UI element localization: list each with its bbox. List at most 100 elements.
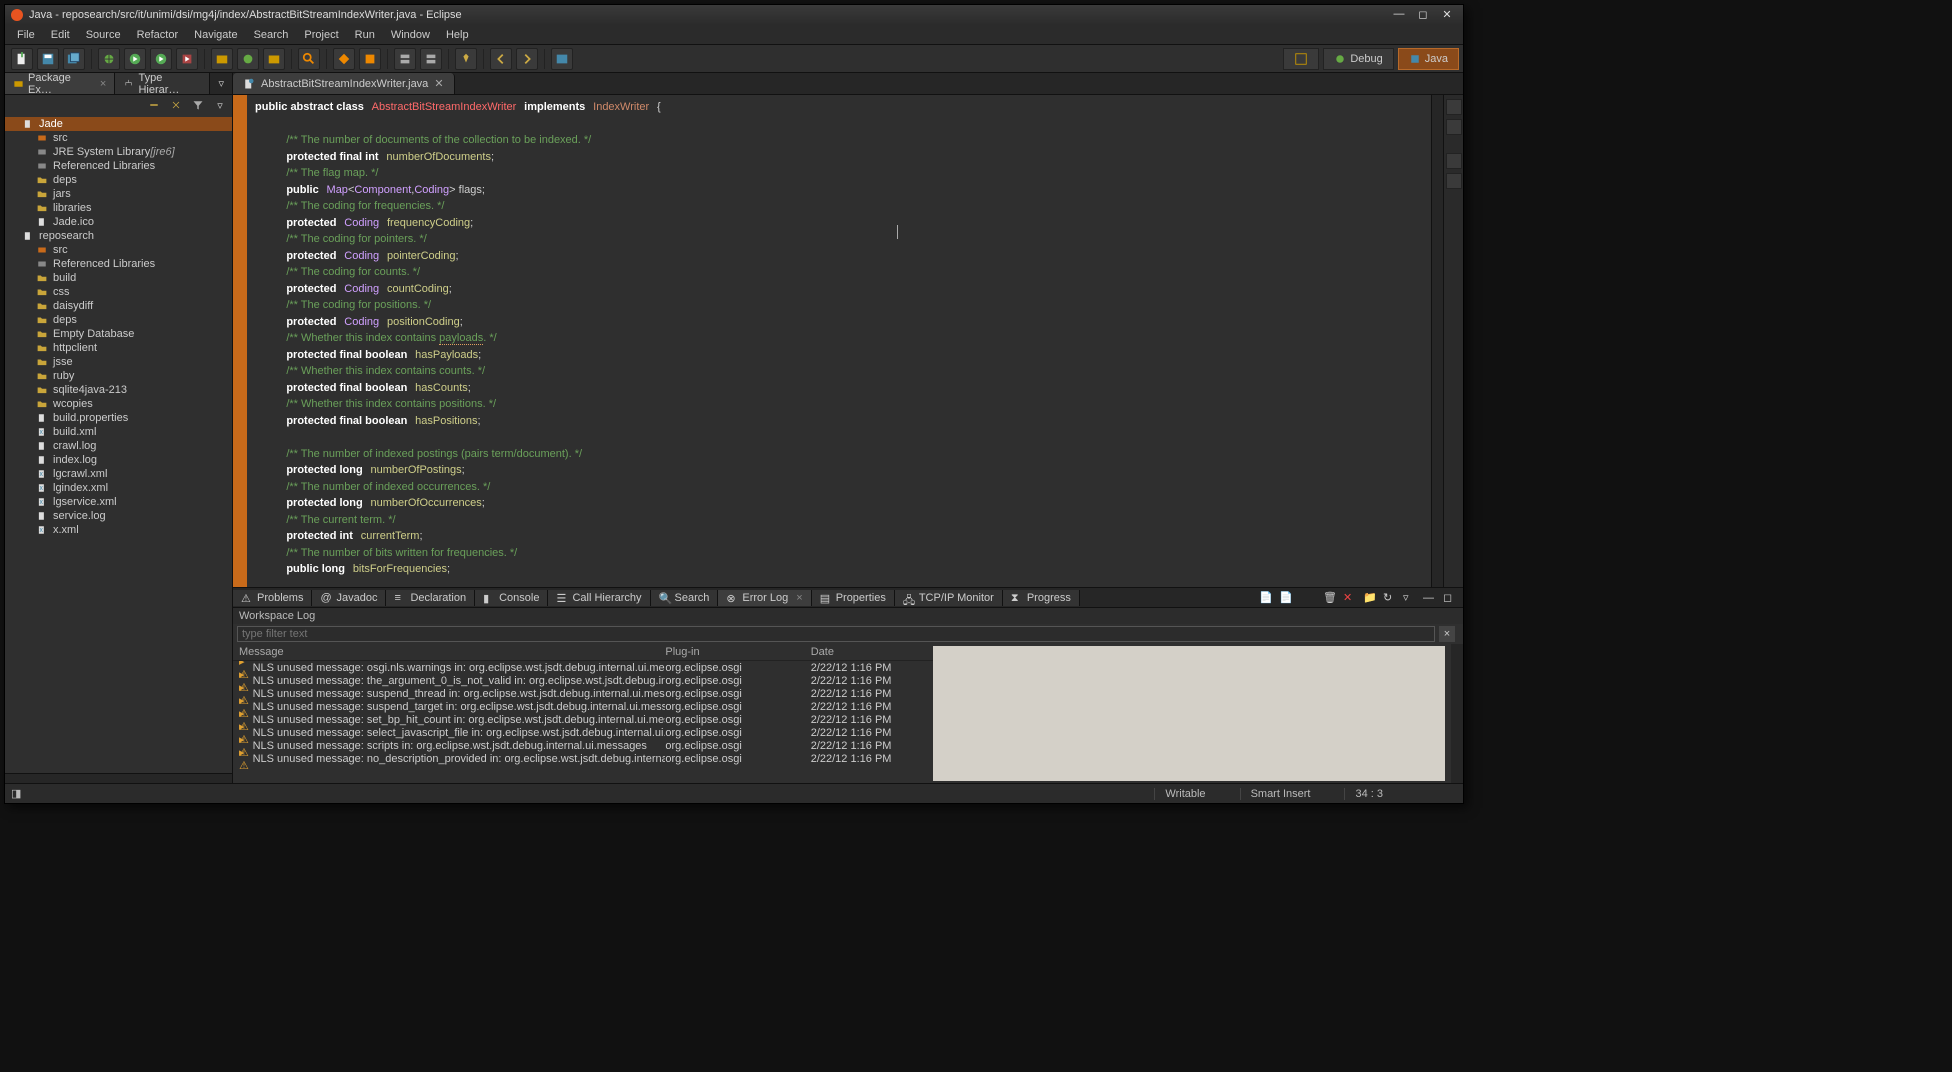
perspective-debug[interactable]: Debug [1323,48,1393,70]
tree-node[interactable]: index.log [5,453,232,467]
editor-tab[interactable]: AbstractBitStreamIndexWriter.java ✕ [233,73,455,94]
annotation-button[interactable] [359,48,381,70]
tree-node[interactable]: src [5,243,232,257]
tree-node[interactable]: deps [5,173,232,187]
tree-node[interactable]: reposearch [5,229,232,243]
tree-node[interactable]: build.properties [5,411,232,425]
tree-node[interactable]: xlgcrawl.xml [5,467,232,481]
menu-navigate[interactable]: Navigate [186,27,245,43]
tree-node[interactable]: Jade.ico [5,215,232,229]
log-row[interactable]: ▸ ⚠NLS unused message: select_javascript… [233,726,933,739]
toggle-mark-button[interactable] [333,48,355,70]
save-button[interactable] [37,48,59,70]
log-row[interactable]: ▸ ⚠NLS unused message: osgi.nls.warnings… [233,661,933,674]
menu-refactor[interactable]: Refactor [129,27,187,43]
delete-log-button[interactable]: ✕ [1343,590,1359,606]
menu-source[interactable]: Source [78,27,129,43]
run-last-button[interactable] [150,48,172,70]
tree-node[interactable]: build [5,271,232,285]
log-row[interactable]: ▸ ⚠NLS unused message: no_description_pr… [233,752,933,765]
code-editor[interactable]: public abstract class AbstractBitStreamI… [247,95,1431,587]
link-editor-button[interactable] [168,97,184,113]
collapse-all-button[interactable] [146,97,162,113]
minimize-button[interactable]: — [1389,8,1409,22]
tab-properties[interactable]: ▤Properties [812,590,895,606]
tree-node[interactable]: daisydiff [5,299,232,313]
tab-search[interactable]: 🔍Search [651,590,719,606]
open-log-button[interactable]: 📁 [1363,590,1379,606]
tab-package-explorer[interactable]: Package Ex… × [5,73,115,94]
menu-project[interactable]: Project [296,27,346,43]
restore-log-button[interactable]: ↻ [1383,590,1399,606]
project-tree[interactable]: JadesrcJRE System Library [jre6]Referenc… [5,115,232,773]
close-icon[interactable]: ✕ [434,77,443,90]
log-header-message[interactable]: Message [239,646,665,658]
log-row[interactable]: ▸ ⚠NLS unused message: scripts in: org.e… [233,739,933,752]
minimize-view-button[interactable]: — [1423,590,1439,606]
tree-node[interactable]: deps [5,313,232,327]
tab-progress[interactable]: ⧗Progress [1003,590,1080,606]
tree-node[interactable]: xlgservice.xml [5,495,232,509]
tree-node[interactable]: jsse [5,355,232,369]
tree-node[interactable]: httpclient [5,341,232,355]
markers-overview[interactable] [1446,153,1462,169]
editor-gutter[interactable] [233,95,247,587]
new-class-button[interactable] [237,48,259,70]
view-menu-button[interactable]: ▿ [210,73,232,94]
tree-node[interactable]: xbuild.xml [5,425,232,439]
tree-node[interactable]: libraries [5,201,232,215]
quick-outline[interactable] [1446,119,1462,135]
tree-node[interactable]: service.log [5,509,232,523]
import-log-button[interactable]: 📄 [1279,590,1295,606]
tree-node[interactable]: Referenced Libraries [5,257,232,271]
view-filters-button[interactable] [190,97,206,113]
menu-run[interactable]: Run [347,27,383,43]
pin-button[interactable] [455,48,477,70]
new-package-button[interactable] [211,48,233,70]
tree-node[interactable]: jars [5,187,232,201]
tree-node[interactable]: src [5,131,232,145]
horizontal-scrollbar[interactable] [5,773,232,783]
menu-search[interactable]: Search [246,27,297,43]
log-scrollbar[interactable] [1451,644,1463,783]
tree-node[interactable]: ruby [5,369,232,383]
status-icon[interactable]: ◨ [11,787,25,801]
menu-edit[interactable]: Edit [43,27,78,43]
tab-tcp-ip-monitor[interactable]: 🖧TCP/IP Monitor [895,590,1003,606]
outline-toggle[interactable] [1446,99,1462,115]
tab-type-hierarchy[interactable]: Type Hierar… [115,73,210,94]
close-button[interactable]: ✕ [1437,8,1457,22]
clear-log-button[interactable]: 🗑 [1323,590,1339,606]
tree-node[interactable]: Referenced Libraries [5,159,232,173]
tree-node[interactable]: xx.xml [5,523,232,537]
tree-node[interactable]: sqlite4java-213 [5,383,232,397]
tree-node[interactable]: css [5,285,232,299]
last-edit-button[interactable] [394,48,416,70]
new-button[interactable] [11,48,33,70]
log-row[interactable]: ▸ ⚠NLS unused message: suspend_thread in… [233,687,933,700]
vertical-scrollbar[interactable] [1431,95,1443,587]
log-row[interactable]: ▸ ⚠NLS unused message: suspend_target in… [233,700,933,713]
log-row[interactable]: ▸ ⚠NLS unused message: set_bp_hit_count … [233,713,933,726]
tab-declaration[interactable]: ≡Declaration [386,590,475,606]
markers-toggle[interactable] [1446,173,1462,189]
menu-window[interactable]: Window [383,27,438,43]
html-button[interactable] [551,48,573,70]
tree-node[interactable]: JRE System Library [jre6] [5,145,232,159]
external-tools-button[interactable] [176,48,198,70]
maximize-button[interactable]: ◻ [1413,8,1433,22]
tree-node[interactable]: crawl.log [5,439,232,453]
close-icon[interactable]: × [100,78,106,90]
menu-help[interactable]: Help [438,27,477,43]
menu-file[interactable]: File [9,27,43,43]
tab-call-hierarchy[interactable]: ☰Call Hierarchy [548,590,650,606]
filter-clear-button[interactable]: × [1439,626,1455,642]
save-all-button[interactable] [63,48,85,70]
tab-error-log[interactable]: ⊗Error Log× [718,590,811,606]
view-menu-button[interactable]: ▿ [1403,590,1419,606]
tree-node[interactable]: Jade [5,117,232,131]
tab-javadoc[interactable]: @Javadoc [312,590,386,606]
back-button[interactable] [490,48,512,70]
perspective-java[interactable]: Java [1398,48,1459,70]
forward-button[interactable] [516,48,538,70]
